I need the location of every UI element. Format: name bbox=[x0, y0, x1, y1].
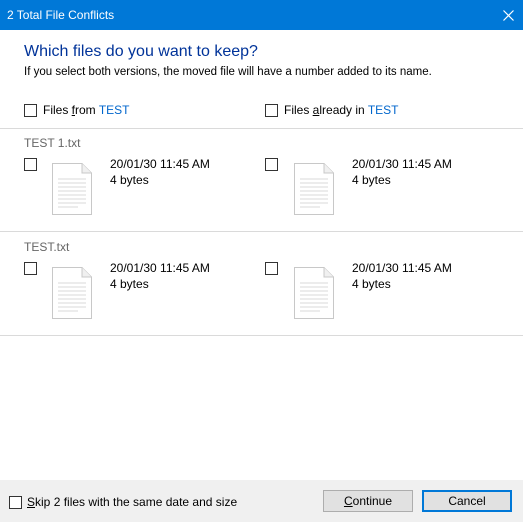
divider bbox=[0, 335, 523, 336]
dest-file-date: 20/01/30 11:45 AM bbox=[352, 261, 452, 275]
close-icon bbox=[502, 9, 514, 21]
source-file-size: 4 bytes bbox=[110, 173, 149, 187]
keep-dest-checkbox[interactable] bbox=[265, 262, 278, 275]
source-folder-link[interactable]: TEST bbox=[99, 103, 130, 117]
window-title: 2 Total File Conflicts bbox=[7, 8, 115, 22]
skip-same-files-label: Skip 2 files with the same date and size bbox=[27, 495, 238, 509]
dialog-subtext: If you select both versions, the moved f… bbox=[24, 66, 432, 78]
source-file-date: 20/01/30 11:45 AM bbox=[110, 261, 210, 275]
close-button[interactable] bbox=[493, 0, 523, 30]
text-file-icon bbox=[52, 163, 92, 215]
source-file-size: 4 bytes bbox=[110, 277, 149, 291]
dest-column-label: Files already in TEST bbox=[284, 103, 399, 117]
keep-dest-checkbox[interactable] bbox=[265, 158, 278, 171]
source-file-date: 20/01/30 11:45 AM bbox=[110, 157, 210, 171]
source-column-header[interactable]: Files from TEST bbox=[24, 103, 129, 117]
select-all-source-checkbox[interactable] bbox=[24, 103, 37, 117]
cancel-button[interactable]: Cancel bbox=[422, 490, 512, 512]
select-all-dest-checkbox[interactable] bbox=[265, 103, 278, 117]
continue-button[interactable]: Continue bbox=[323, 490, 413, 512]
dest-file-date: 20/01/30 11:45 AM bbox=[352, 157, 452, 171]
text-file-icon bbox=[52, 267, 92, 319]
title-bar: 2 Total File Conflicts bbox=[0, 0, 523, 30]
skip-same-files-checkbox[interactable] bbox=[9, 495, 22, 509]
dest-file-size: 4 bytes bbox=[352, 277, 391, 291]
divider bbox=[0, 231, 523, 232]
source-column-label: Files from TEST bbox=[43, 103, 130, 117]
dest-column-header[interactable]: Files already in TEST bbox=[265, 103, 399, 117]
dest-file-size: 4 bytes bbox=[352, 173, 391, 187]
keep-source-checkbox[interactable] bbox=[24, 158, 37, 171]
dialog-heading: Which files do you want to keep? bbox=[24, 43, 258, 60]
divider bbox=[0, 128, 523, 129]
skip-same-files-option[interactable]: Skip 2 files with the same date and size bbox=[9, 495, 237, 509]
keep-source-checkbox[interactable] bbox=[24, 262, 37, 275]
dialog-footer: Skip 2 files with the same date and size… bbox=[0, 480, 523, 522]
text-file-icon bbox=[294, 267, 334, 319]
conflict-file-name: TEST.txt bbox=[24, 240, 70, 254]
conflict-file-name: TEST 1.txt bbox=[24, 136, 81, 150]
text-file-icon bbox=[294, 163, 334, 215]
dest-folder-link[interactable]: TEST bbox=[368, 103, 399, 117]
